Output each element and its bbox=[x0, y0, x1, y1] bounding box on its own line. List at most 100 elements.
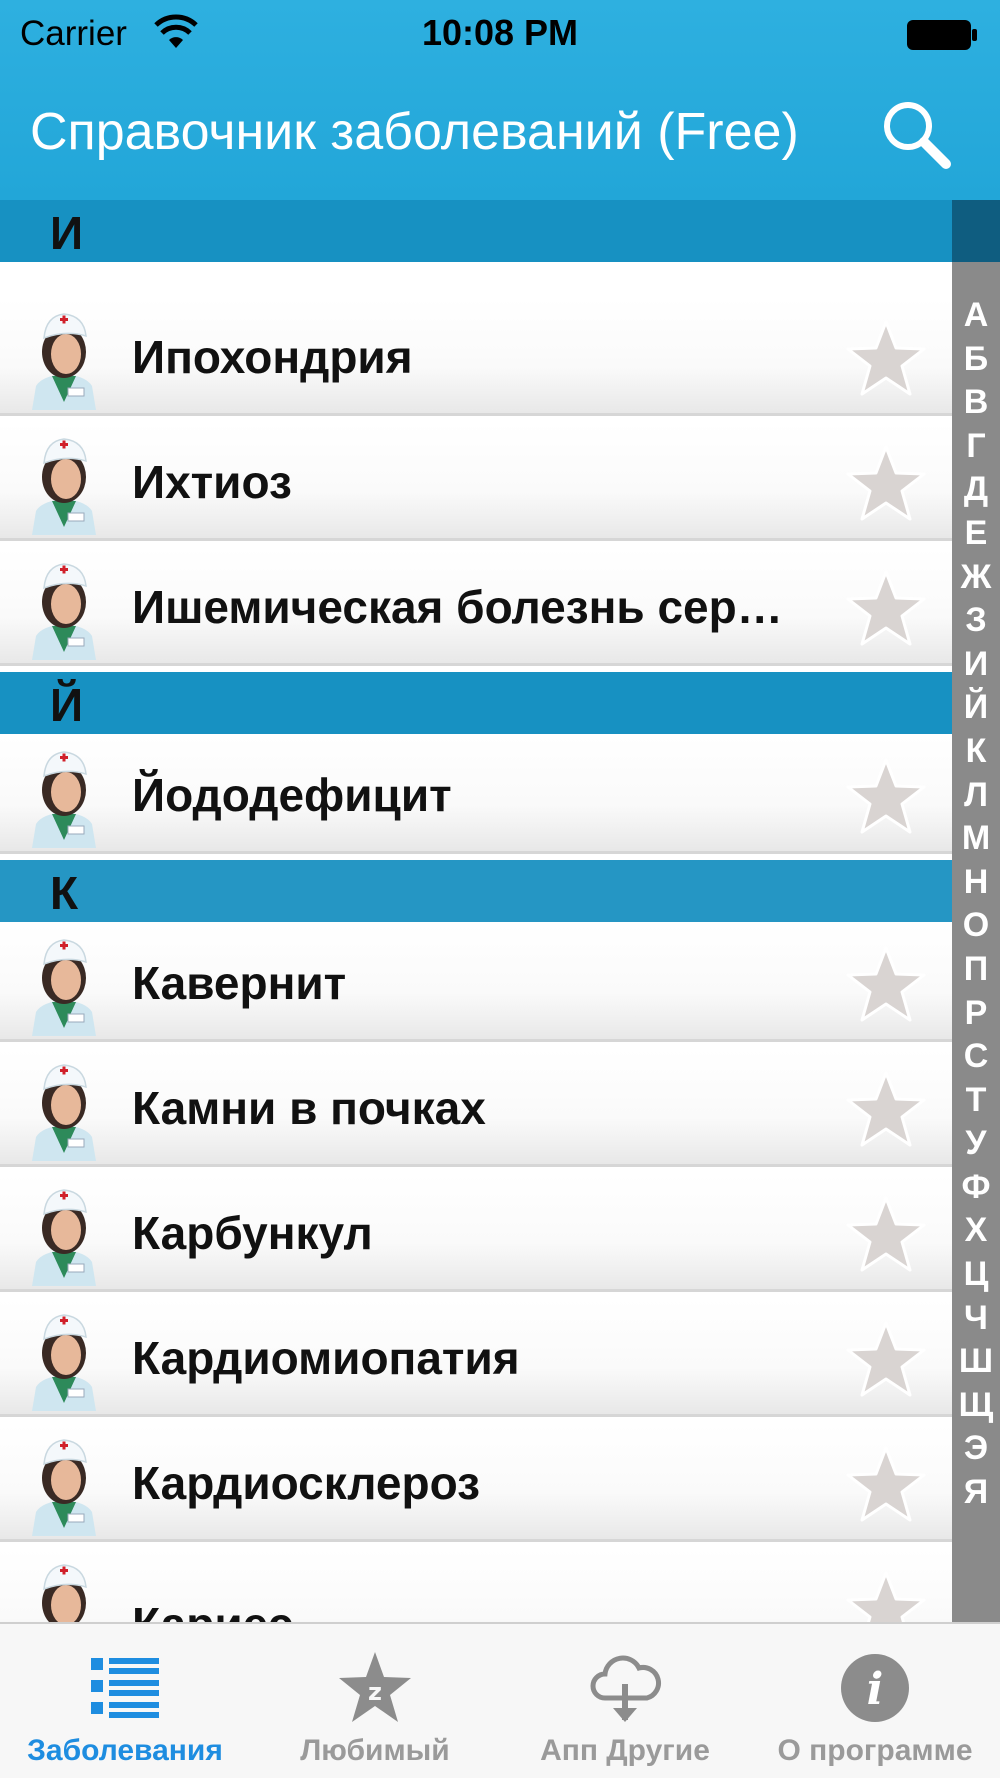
list-item-label: Кариес bbox=[132, 1565, 842, 1622]
tab-label: Заболевания bbox=[27, 1734, 223, 1767]
index-letter[interactable]: И bbox=[952, 643, 1000, 687]
favorite-star-icon[interactable] bbox=[846, 1194, 926, 1274]
index-letter[interactable]: В bbox=[952, 381, 1000, 425]
list-item[interactable]: Карбункул bbox=[0, 1174, 952, 1292]
list-item[interactable]: Йододефицит bbox=[0, 736, 952, 854]
index-bar-header bbox=[952, 200, 1000, 262]
index-letter[interactable]: Т bbox=[952, 1079, 1000, 1123]
disease-list[interactable]: И Ипохондрия Ихтиоз Ишемическая болезнь … bbox=[0, 200, 952, 1622]
favorite-star-icon[interactable] bbox=[846, 944, 926, 1024]
list-item[interactable]: Кардиосклероз bbox=[0, 1424, 952, 1542]
battery-icon bbox=[907, 20, 977, 50]
svg-text:z: z bbox=[368, 1678, 382, 1706]
index-letter[interactable]: К bbox=[952, 730, 1000, 774]
section-header-y: Й bbox=[0, 672, 952, 734]
list-item-label: Ихтиоз bbox=[132, 456, 292, 508]
index-letter[interactable]: Л bbox=[952, 774, 1000, 818]
favorite-star-icon[interactable] bbox=[846, 756, 926, 836]
index-letter[interactable]: З bbox=[952, 599, 1000, 643]
index-letter[interactable]: Ч bbox=[952, 1297, 1000, 1341]
tab-favorites[interactable]: z Любимый bbox=[250, 1624, 500, 1778]
search-icon bbox=[884, 102, 951, 169]
index-letter[interactable]: Э bbox=[952, 1427, 1000, 1471]
list-item[interactable]: Камни в почках bbox=[0, 1049, 952, 1167]
search-button[interactable] bbox=[878, 96, 954, 172]
index-letter[interactable]: Ж bbox=[952, 556, 1000, 600]
index-letter[interactable]: С bbox=[952, 1035, 1000, 1079]
list-item-label: Карбункул bbox=[132, 1207, 373, 1259]
index-letter[interactable]: Я bbox=[952, 1471, 1000, 1515]
index-letter[interactable]: Е bbox=[952, 512, 1000, 556]
section-header-k: К bbox=[0, 860, 952, 922]
index-letter[interactable]: Ш bbox=[952, 1340, 1000, 1384]
svg-text:i: i bbox=[867, 1664, 884, 1715]
favorite-star-icon[interactable] bbox=[846, 1319, 926, 1399]
index-letter[interactable]: У bbox=[952, 1122, 1000, 1166]
favorite-star-icon[interactable] bbox=[846, 1069, 926, 1149]
list-item-label: Ипохондрия bbox=[132, 331, 413, 383]
alphabet-index[interactable]: АБВГДЕЖЗИЙКЛМНОПРСТУФХЦЧШЩЭЯ bbox=[952, 200, 1000, 1622]
nurse-avatar-icon bbox=[22, 932, 106, 1036]
list-item-label: Кардиосклероз bbox=[132, 1457, 480, 1509]
list-item-label: Йододефицит bbox=[132, 769, 452, 821]
nurse-avatar-icon bbox=[22, 431, 106, 535]
favorite-star-icon[interactable] bbox=[846, 1569, 926, 1622]
tab-bar: Заболевания z Любимый Апп Другие i О про… bbox=[0, 1622, 1000, 1778]
app-screen: Carrier 10:08 PM Справочник заболеваний … bbox=[0, 0, 1000, 1778]
nurse-avatar-icon bbox=[22, 1182, 106, 1286]
index-letter[interactable]: П bbox=[952, 948, 1000, 992]
nurse-avatar-icon bbox=[22, 1057, 106, 1161]
index-letter[interactable]: Б bbox=[952, 338, 1000, 382]
favorite-star-icon[interactable] bbox=[846, 443, 926, 523]
index-letter[interactable]: О bbox=[952, 904, 1000, 948]
index-letter[interactable]: Х bbox=[952, 1209, 1000, 1253]
star-badge-icon: z bbox=[339, 1652, 411, 1722]
status-time: 10:08 PM bbox=[421, 12, 579, 53]
section-letter: И bbox=[50, 207, 84, 259]
nurse-avatar-icon bbox=[22, 556, 106, 660]
list-item-label: Ишемическая болезнь сер… bbox=[132, 581, 783, 633]
nurse-avatar-icon bbox=[22, 1307, 106, 1411]
list-item[interactable]: Ишемическая болезнь сер… bbox=[0, 548, 952, 666]
list-item[interactable]: Ихтиоз bbox=[0, 423, 952, 541]
list-item-label: Кардиомиопатия bbox=[132, 1332, 520, 1384]
list-item-label: Камни в почках bbox=[132, 1082, 486, 1134]
index-letter[interactable]: Н bbox=[952, 861, 1000, 905]
tab-about[interactable]: i О программе bbox=[750, 1624, 1000, 1778]
section-header-i: И bbox=[0, 200, 952, 262]
index-letter[interactable]: Ц bbox=[952, 1253, 1000, 1297]
index-letter[interactable]: Д bbox=[952, 468, 1000, 512]
section-letter: Й bbox=[50, 679, 84, 731]
page-title: Справочник заболеваний (Free) bbox=[30, 103, 799, 161]
nurse-avatar-icon bbox=[22, 1557, 106, 1622]
list-item-label: Кавернит bbox=[132, 957, 347, 1009]
list-icon bbox=[91, 1658, 159, 1718]
tab-label: О программе bbox=[777, 1734, 973, 1767]
navigation-bar: Carrier 10:08 PM Справочник заболеваний … bbox=[0, 0, 1000, 200]
nurse-avatar-icon bbox=[22, 744, 106, 848]
index-letter[interactable]: Ф bbox=[952, 1166, 1000, 1210]
index-letter[interactable]: М bbox=[952, 817, 1000, 861]
nurse-avatar-icon bbox=[22, 1432, 106, 1536]
tab-other-apps[interactable]: Апп Другие bbox=[500, 1624, 750, 1778]
favorite-star-icon[interactable] bbox=[846, 568, 926, 648]
index-letters[interactable]: АБВГДЕЖЗИЙКЛМНОПРСТУФХЦЧШЩЭЯ bbox=[952, 294, 1000, 1515]
index-letter[interactable]: Щ bbox=[952, 1384, 1000, 1428]
index-letter[interactable]: А bbox=[952, 294, 1000, 338]
status-bar: Carrier 10:08 PM bbox=[0, 0, 1000, 70]
favorite-star-icon[interactable] bbox=[846, 1444, 926, 1524]
index-letter[interactable]: Й bbox=[952, 686, 1000, 730]
list-item[interactable]: Кардиомиопатия bbox=[0, 1299, 952, 1417]
tab-label: Апп Другие bbox=[540, 1734, 710, 1767]
list-item[interactable]: Ипохондрия bbox=[0, 298, 952, 416]
index-letter[interactable]: Р bbox=[952, 992, 1000, 1036]
tab-label: Любимый bbox=[300, 1734, 450, 1767]
nurse-avatar-icon bbox=[22, 306, 106, 410]
favorite-star-icon[interactable] bbox=[846, 318, 926, 398]
section-letter: К bbox=[50, 867, 79, 919]
tab-diseases[interactable]: Заболевания bbox=[0, 1624, 250, 1778]
list-item[interactable]: Кавернит bbox=[0, 924, 952, 1042]
info-icon: i bbox=[841, 1654, 909, 1722]
index-letter[interactable]: Г bbox=[952, 425, 1000, 469]
list-item[interactable]: Кариес bbox=[0, 1549, 952, 1622]
